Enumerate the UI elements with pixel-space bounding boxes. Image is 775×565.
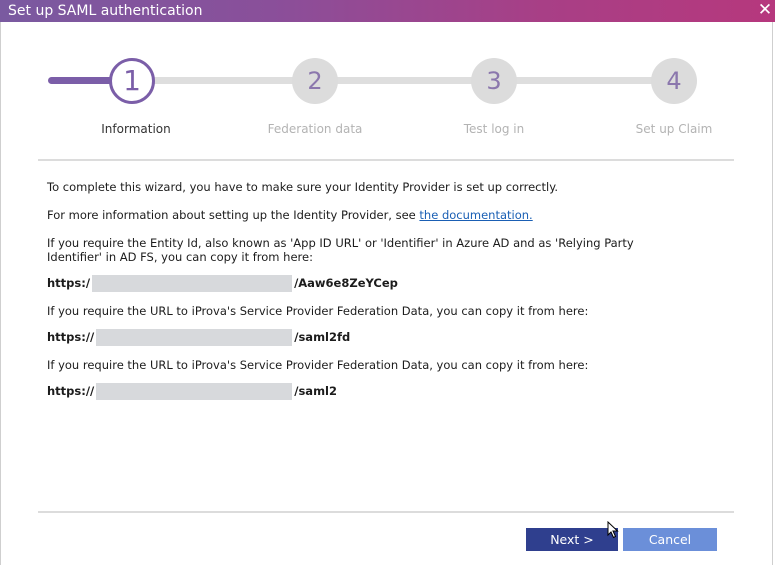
entity-id-url-suffix: /Aaw6e8ZeYCep bbox=[294, 276, 398, 290]
dialog-title: Set up SAML authentication bbox=[8, 3, 203, 19]
federation-data-text-1: If you require the URL to iProva's Servi… bbox=[47, 304, 589, 318]
wizard-stepper: 1 2 3 4 Information Federation data Test… bbox=[0, 50, 775, 140]
federation-url-1-suffix: /saml2fd bbox=[294, 330, 351, 344]
entity-id-url-prefix: https:/ bbox=[47, 276, 91, 290]
federation-url-1-prefix: https:// bbox=[47, 330, 95, 344]
redacted-host bbox=[92, 274, 293, 292]
entity-id-text: If you require the Entity Id, also known… bbox=[47, 236, 634, 264]
federation-url-2-prefix: https:// bbox=[47, 384, 95, 398]
step-2-label: Federation data bbox=[267, 122, 363, 136]
step-3-label: Test log in bbox=[463, 122, 525, 136]
step-track-remaining bbox=[137, 77, 675, 84]
redacted-host bbox=[96, 328, 293, 346]
more-info-prefix: For more information about setting up th… bbox=[47, 208, 420, 222]
footer-divider bbox=[38, 511, 734, 513]
step-1-label: Information bbox=[101, 122, 171, 136]
federation-url-2-suffix: /saml2 bbox=[294, 384, 337, 398]
step-1-circle: 1 bbox=[109, 58, 155, 104]
info-content: To complete this wizard, you have to mak… bbox=[47, 180, 687, 400]
documentation-link[interactable]: the documentation. bbox=[419, 208, 532, 222]
step-2-circle: 2 bbox=[292, 58, 338, 104]
step-4-label: Set up Claim bbox=[635, 122, 713, 136]
step-4-circle: 4 bbox=[651, 58, 697, 104]
federation-data-url-1[interactable]: https:// /saml2fd bbox=[47, 328, 687, 346]
redacted-host bbox=[96, 382, 293, 400]
federation-data-text-2: If you require the URL to iProva's Servi… bbox=[47, 358, 589, 372]
more-info-text: For more information about setting up th… bbox=[47, 208, 687, 222]
cancel-button[interactable]: Cancel bbox=[623, 528, 717, 551]
federation-data-url-2[interactable]: https:// /saml2 bbox=[47, 382, 687, 400]
title-bar: Set up SAML authentication ✕ bbox=[0, 0, 775, 22]
close-icon[interactable]: ✕ bbox=[755, 0, 775, 22]
mouse-pointer-icon bbox=[607, 521, 619, 539]
header-divider bbox=[38, 159, 734, 161]
entity-id-url[interactable]: https:/ /Aaw6e8ZeYCep bbox=[47, 274, 687, 292]
step-3-circle: 3 bbox=[471, 58, 517, 104]
intro-text: To complete this wizard, you have to mak… bbox=[47, 180, 559, 194]
next-button[interactable]: Next > bbox=[526, 528, 618, 551]
